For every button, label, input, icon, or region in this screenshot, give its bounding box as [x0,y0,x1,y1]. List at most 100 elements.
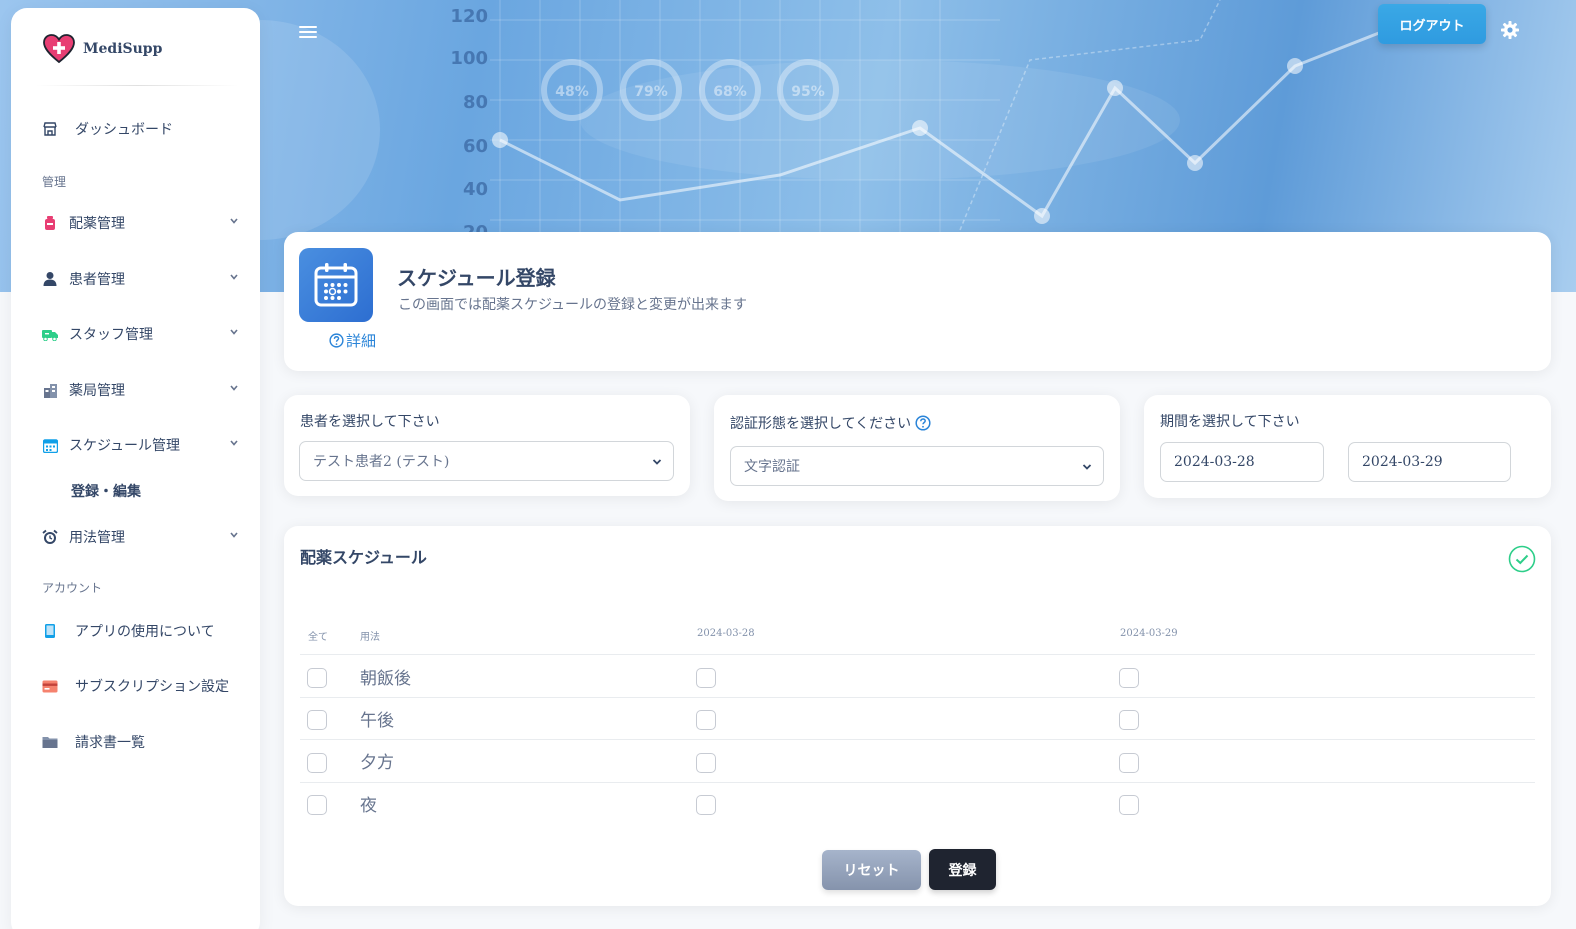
schedule-checkbox[interactable] [1119,710,1139,730]
detail-link-label: 詳細 [346,332,377,350]
patient-filter-card: 患者を選択して下さい テスト患者2 (テスト) [284,395,690,496]
sidebar: MediSupp ダッシュボード 管理 配薬管理 患者管理 スタッフ管理 薬局管… [11,8,260,929]
column-header-all: 全て [308,632,328,643]
register-button[interactable]: 登録 [929,849,996,890]
check-circle-icon [1508,545,1536,573]
brand-name: MediSupp [83,41,163,57]
sidebar-item-medication[interactable]: 配薬管理 [39,208,239,238]
patient-select[interactable]: テスト患者2 (テスト) [299,441,674,481]
patient-select-value: テスト患者2 (テスト) [313,454,450,470]
pill-box-icon [39,215,61,231]
schedule-checkbox[interactable] [696,668,716,688]
sidebar-item-label: ダッシュボード [75,122,173,138]
schedule-checkbox[interactable] [696,795,716,815]
sidebar-item-subscription[interactable]: サブスクリプション設定 [39,671,239,701]
section-heading-account: アカウント [42,581,103,595]
divider [35,85,239,86]
period-label: 期間を選択して下さい [1160,414,1300,430]
ring-label: 48% [555,84,589,100]
schedule-calendar-icon [299,248,373,322]
gear-icon [1501,21,1519,39]
start-date-value: 2024-03-28 [1174,454,1255,470]
brand[interactable]: MediSupp [43,34,162,64]
sidebar-item-app-usage[interactable]: アプリの使用について [39,616,239,646]
sidebar-item-label: サブスクリプション設定 [75,679,229,695]
start-date-input[interactable]: 2024-03-28 [1160,442,1324,482]
detail-link[interactable]: 詳細 [329,330,376,351]
user-icon [39,271,61,287]
logout-button[interactable]: ログアウト [1378,4,1486,44]
row-divider [300,739,1535,740]
sidebar-item-label: スタッフ管理 [69,327,153,343]
schedule-checkbox[interactable] [696,710,716,730]
hamburger-icon [299,26,317,38]
column-header-date: 2024-03-29 [1120,628,1178,639]
sidebar-item-staff[interactable]: スタッフ管理 [39,319,239,349]
usage-label: 夜 [360,796,377,816]
row-all-checkbox[interactable] [307,795,327,815]
column-header-usage: 用法 [360,632,380,643]
chevron-down-icon [230,385,238,391]
sidebar-item-label: 請求書一覧 [75,735,145,751]
auth-select-label: 認証形態を選択してください [730,416,912,432]
help-icon[interactable] [915,415,931,431]
sidebar-item-patients[interactable]: 患者管理 [39,264,239,294]
heart-logo-icon [43,34,75,64]
axis-label: 80 [463,92,488,113]
sidebar-subitem-register-edit[interactable]: 登録・編集 [71,481,141,501]
chevron-down-icon [230,274,238,280]
chevron-down-icon [230,440,238,446]
row-divider [300,697,1535,698]
schedule-checkbox[interactable] [1119,795,1139,815]
settings-button[interactable] [1500,20,1520,44]
schedule-title: 配薬スケジュール [300,548,427,567]
truck-icon [39,328,61,341]
schedule-checkbox[interactable] [696,753,716,773]
page-description: この画面では配薬スケジュールの登録と変更が出来ます [398,297,748,313]
auth-select-value: 文字認証 [744,459,800,475]
section-heading-manage: 管理 [42,175,67,189]
chevron-down-icon [230,532,238,538]
building-icon [39,383,61,398]
sidebar-item-invoices[interactable]: 請求書一覧 [39,727,239,757]
auth-select-label-row: 認証形態を選択してください [730,413,931,433]
row-divider [300,782,1535,783]
shop-icon [39,121,61,137]
sidebar-item-usage[interactable]: 用法管理 [39,522,239,552]
sidebar-item-dashboard[interactable]: ダッシュボード [39,114,239,144]
axis-label: 60 [463,136,488,157]
reset-button[interactable]: リセット [822,850,921,890]
hamburger-menu-button[interactable] [298,24,318,44]
usage-label: 夕方 [360,753,394,773]
page-header-card: スケジュール登録 この画面では配薬スケジュールの登録と変更が出来ます 詳細 [284,232,1551,371]
end-date-input[interactable]: 2024-03-29 [1348,442,1511,482]
row-all-checkbox[interactable] [307,668,327,688]
end-date-value: 2024-03-29 [1362,454,1443,470]
ring-label: 79% [634,84,668,100]
auth-select[interactable]: 文字認証 [730,446,1104,486]
calendar-icon [39,438,61,453]
schedule-card: 配薬スケジュール 全て 用法 2024-03-28 2024-03-29 朝飯後… [284,526,1551,906]
tablet-icon [39,623,61,639]
sidebar-item-schedule[interactable]: スケジュール管理 [39,430,239,460]
usage-label: 午後 [360,711,394,731]
sidebar-item-label: 配薬管理 [69,216,125,232]
credit-card-icon [39,680,61,693]
column-header-date: 2024-03-28 [697,628,755,639]
row-divider [300,654,1535,655]
usage-label: 朝飯後 [360,669,411,689]
chevron-down-icon [230,218,238,224]
chevron-down-icon [1082,464,1092,470]
row-all-checkbox[interactable] [307,710,327,730]
chevron-down-icon [230,329,238,335]
sidebar-item-pharmacy[interactable]: 薬局管理 [39,375,239,405]
schedule-checkbox[interactable] [1119,753,1139,773]
alarm-clock-icon [39,529,61,545]
schedule-checkbox[interactable] [1119,668,1139,688]
row-all-checkbox[interactable] [307,753,327,773]
sidebar-item-label: 患者管理 [69,272,125,288]
period-filter-card: 期間を選択して下さい 2024-03-28 2024-03-29 [1144,395,1551,498]
auth-filter-card: 認証形態を選択してください 文字認証 [714,395,1120,501]
folder-icon [39,735,61,749]
ring-label: 68% [713,84,747,100]
